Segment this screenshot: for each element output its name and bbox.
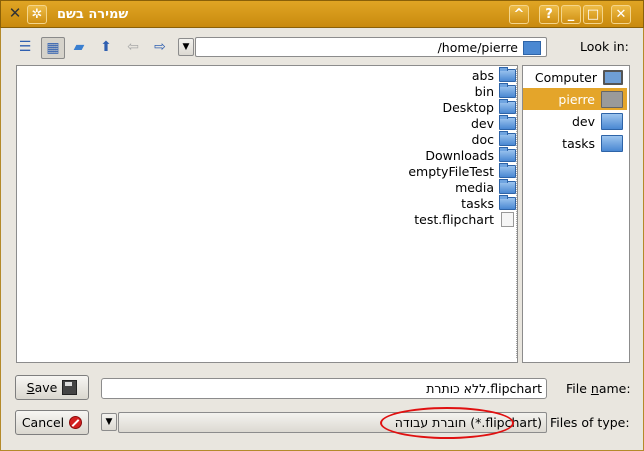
folder-icon	[499, 146, 516, 162]
file-item-name: emptyFileTest	[408, 163, 494, 179]
minimize-button[interactable]: _	[561, 5, 581, 24]
look-in-combo[interactable]: /home/pierre	[195, 37, 547, 57]
sidebar-item-label: Computer	[534, 69, 597, 85]
red-circle-annotation	[380, 407, 514, 439]
file-item-name: tasks	[461, 195, 494, 211]
file-item[interactable]: abs	[471, 66, 516, 83]
folder-icon	[499, 114, 516, 130]
look-in-dropdown-arrow[interactable]: ▼	[178, 38, 194, 56]
forward-arrow-icon[interactable]: ⇨	[149, 37, 171, 57]
file-item[interactable]: doc	[471, 130, 516, 147]
file-item[interactable]: media	[455, 178, 516, 195]
file-type-label: Files of type:	[550, 415, 630, 430]
file-icon	[501, 211, 514, 227]
help-button[interactable]: ?	[539, 5, 559, 24]
file-item[interactable]: emptyFileTest	[408, 162, 516, 179]
file-item-name: dev	[470, 115, 494, 131]
cancel-button-label: Cancel	[21, 415, 65, 430]
folder-icon	[601, 112, 623, 130]
folder-icon	[499, 66, 516, 82]
title-bar[interactable]: ✕ ✲ שמירה בשם ^ ? _ □ ✕	[0, 0, 644, 28]
file-name-label: File name:	[566, 381, 631, 396]
home-folder-icon	[601, 90, 623, 108]
file-item-name: media	[455, 179, 494, 195]
file-item[interactable]: dev	[470, 114, 516, 131]
computer-icon	[603, 69, 623, 85]
file-item-name: bin	[474, 83, 494, 99]
sidebar-item-dev[interactable]: dev	[523, 110, 627, 132]
file-name-value: ללא כותרת.flipchart	[426, 381, 542, 396]
file-item-name: Downloads	[425, 147, 494, 163]
file-item-name: test.flipchart	[414, 211, 494, 227]
back-arrow-icon[interactable]: ⇦	[122, 37, 144, 57]
folder-icon	[499, 130, 516, 146]
column-divider	[516, 68, 517, 358]
new-folder-icon[interactable]: ▰	[68, 37, 90, 57]
home-folder-icon	[523, 41, 541, 55]
look-in-label: Look in:	[580, 39, 629, 54]
folder-icon	[499, 162, 516, 178]
file-item[interactable]: tasks	[461, 194, 516, 211]
file-type-dropdown-arrow[interactable]: ▼	[101, 413, 117, 431]
file-item[interactable]: bin	[474, 82, 516, 99]
sidebar-item-label: pierre	[558, 91, 595, 107]
save-button[interactable]: Save	[15, 375, 89, 400]
file-item[interactable]: test.flipchart	[414, 211, 516, 227]
sidebar-item-tasks[interactable]: tasks	[523, 132, 627, 154]
folder-link-icon	[499, 82, 516, 98]
file-name-input[interactable]: ללא כותרת.flipchart	[101, 378, 547, 399]
file-item[interactable]: Downloads	[425, 146, 516, 163]
file-item-name: Desktop	[442, 99, 494, 115]
close-button[interactable]: ✕	[611, 5, 631, 24]
sidebar-item-pierre[interactable]: pierre	[523, 88, 627, 110]
look-in-path: /home/pierre	[437, 40, 518, 55]
close-x-icon[interactable]: ✕	[5, 5, 25, 24]
file-item-name: abs	[471, 67, 494, 83]
folder-icon	[499, 194, 516, 210]
cancel-stop-icon	[69, 416, 83, 429]
sidebar-item-label: tasks	[562, 135, 595, 151]
cancel-button[interactable]: Cancel	[15, 410, 89, 435]
detail-view-icon[interactable]: ☰	[14, 37, 36, 57]
folder-icon	[601, 134, 623, 152]
folder-icon	[499, 98, 516, 114]
window-menu-gear-icon[interactable]: ✲	[27, 5, 47, 24]
window-title: שמירה בשם	[57, 7, 129, 22]
shade-button[interactable]: ^	[509, 5, 529, 24]
file-item-name: doc	[471, 131, 494, 147]
list-view-icon[interactable]: ▦	[41, 37, 65, 59]
sidebar-item-label: dev	[571, 113, 595, 129]
save-button-label: Save	[26, 380, 58, 395]
maximize-button[interactable]: □	[583, 5, 603, 24]
file-item[interactable]: Desktop	[442, 98, 516, 115]
floppy-disk-icon	[62, 380, 78, 395]
up-arrow-icon[interactable]: ⬆	[95, 37, 117, 57]
folder-icon	[499, 178, 516, 194]
sidebar-item-computer[interactable]: Computer	[523, 66, 627, 88]
